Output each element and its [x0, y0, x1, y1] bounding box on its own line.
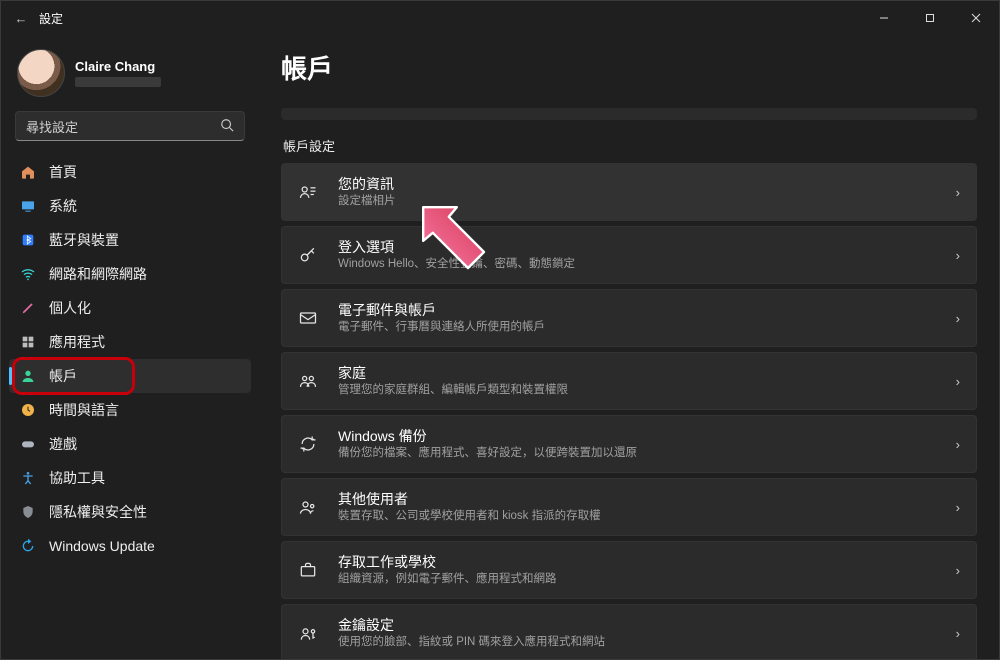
chevron-right-icon: ›	[956, 563, 960, 578]
search-icon	[220, 118, 234, 135]
wifi-icon	[19, 266, 37, 282]
card-backup[interactable]: Windows 備份備份您的檔案、應用程式、喜好設定，以便跨裝置加以還原 ›	[281, 415, 977, 473]
users-icon	[292, 497, 324, 517]
search-placeholder: 尋找設定	[26, 117, 220, 136]
profile-name: Claire Chang	[75, 59, 161, 74]
sidebar-item-label: 網路和網際網路	[49, 264, 147, 284]
sidebar-item-bt[interactable]: 藍牙與裝置	[9, 223, 251, 257]
sidebar-nav: 首頁系統藍牙與裝置網路和網際網路個人化應用程式帳戶時間與語言遊戲協助工具隱私權與…	[9, 155, 251, 563]
id-icon	[292, 182, 324, 202]
card-subtitle: 設定檔相片	[338, 194, 942, 209]
section-label: 帳戶設定	[283, 136, 977, 155]
sidebar-item-network[interactable]: 網路和網際網路	[9, 257, 251, 291]
back-button[interactable]: ←	[9, 11, 33, 26]
chevron-right-icon: ›	[956, 248, 960, 263]
clock-icon	[19, 402, 37, 418]
maximize-button[interactable]	[907, 1, 953, 35]
sidebar-item-personal[interactable]: 個人化	[9, 291, 251, 325]
card-signin[interactable]: 登入選項Windows Hello、安全性金鑰、密碼、動態鎖定 ›	[281, 226, 977, 284]
profile-block[interactable]: Claire Chang	[9, 47, 251, 111]
sidebar-item-label: Windows Update	[49, 538, 155, 554]
card-your-info[interactable]: 您的資訊設定檔相片 ›	[281, 163, 977, 221]
card-subtitle: 管理您的家庭群組、編輯帳戶類型和裝置權限	[338, 383, 942, 398]
family-icon	[292, 371, 324, 391]
card-title: Windows 備份	[338, 427, 942, 445]
sidebar-item-apps[interactable]: 應用程式	[9, 325, 251, 359]
card-subtitle: 使用您的臉部、指紋或 PIN 碼來登入應用程式和網站	[338, 635, 942, 650]
sidebar-item-label: 藍牙與裝置	[49, 230, 119, 250]
sidebar-item-gaming[interactable]: 遊戲	[9, 427, 251, 461]
minimize-button[interactable]	[861, 1, 907, 35]
sidebar-item-home[interactable]: 首頁	[9, 155, 251, 189]
sidebar-item-accounts[interactable]: 帳戶	[9, 359, 251, 393]
card-subtitle: 組織資源，例如電子郵件、應用程式和網路	[338, 572, 942, 587]
card-family[interactable]: 家庭管理您的家庭群組、編輯帳戶類型和裝置權限 ›	[281, 352, 977, 410]
profile-email-redacted	[75, 77, 161, 87]
chevron-right-icon: ›	[956, 437, 960, 452]
update-icon	[19, 538, 37, 554]
passkey-icon	[292, 623, 324, 643]
access-icon	[19, 470, 37, 486]
apps-icon	[19, 334, 37, 350]
home-icon	[19, 164, 37, 180]
sidebar-item-privacy[interactable]: 隱私權與安全性	[9, 495, 251, 529]
sidebar-item-system[interactable]: 系統	[9, 189, 251, 223]
card-subtitle: 備份您的檔案、應用程式、喜好設定，以便跨裝置加以還原	[338, 446, 942, 461]
card-other-users[interactable]: 其他使用者裝置存取、公司或學校使用者和 kiosk 指派的存取權 ›	[281, 478, 977, 536]
card-title: 金鑰設定	[338, 616, 942, 634]
sidebar-item-label: 協助工具	[49, 468, 105, 488]
sidebar-item-label: 時間與語言	[49, 400, 119, 420]
chevron-right-icon: ›	[956, 374, 960, 389]
system-icon	[19, 198, 37, 214]
chevron-right-icon: ›	[956, 311, 960, 326]
bt-icon	[19, 232, 37, 248]
brief-icon	[292, 560, 324, 580]
shield-icon	[19, 504, 37, 520]
account-banner	[281, 108, 977, 120]
chevron-right-icon: ›	[956, 626, 960, 641]
sidebar-item-access[interactable]: 協助工具	[9, 461, 251, 495]
card-email[interactable]: 電子郵件與帳戶電子郵件、行事曆與連絡人所使用的帳戶 ›	[281, 289, 977, 347]
card-title: 存取工作或學校	[338, 553, 942, 571]
chevron-right-icon: ›	[956, 500, 960, 515]
card-subtitle: 電子郵件、行事曆與連絡人所使用的帳戶	[338, 320, 942, 335]
search-input[interactable]: 尋找設定	[15, 111, 245, 141]
card-title: 您的資訊	[338, 175, 942, 193]
sidebar-item-label: 帳戶	[49, 366, 77, 386]
card-work-school[interactable]: 存取工作或學校組織資源，例如電子郵件、應用程式和網路 ›	[281, 541, 977, 599]
avatar	[17, 49, 65, 97]
sidebar-item-time[interactable]: 時間與語言	[9, 393, 251, 427]
sidebar-item-label: 個人化	[49, 298, 91, 318]
card-passkeys[interactable]: 金鑰設定使用您的臉部、指紋或 PIN 碼來登入應用程式和網站 ›	[281, 604, 977, 659]
mail-icon	[292, 308, 324, 328]
window-title: 設定	[39, 10, 63, 27]
page-title: 帳戶	[281, 49, 977, 86]
close-button[interactable]	[953, 1, 999, 35]
brush-icon	[19, 300, 37, 316]
sidebar-item-label: 遊戲	[49, 434, 77, 454]
settings-list: 您的資訊設定檔相片›登入選項Windows Hello、安全性金鑰、密碼、動態鎖…	[281, 163, 977, 659]
card-subtitle: 裝置存取、公司或學校使用者和 kiosk 指派的存取權	[338, 509, 942, 524]
card-subtitle: Windows Hello、安全性金鑰、密碼、動態鎖定	[338, 257, 942, 272]
game-icon	[19, 436, 37, 452]
sidebar-item-label: 首頁	[49, 162, 77, 182]
key-icon	[292, 245, 324, 265]
person-icon	[19, 368, 37, 384]
card-title: 其他使用者	[338, 490, 942, 508]
sidebar-item-label: 隱私權與安全性	[49, 502, 147, 522]
card-title: 電子郵件與帳戶	[338, 301, 942, 319]
chevron-right-icon: ›	[956, 185, 960, 200]
sidebar-item-label: 系統	[49, 196, 77, 216]
sidebar-item-update[interactable]: Windows Update	[9, 529, 251, 563]
sync-icon	[292, 434, 324, 454]
sidebar-item-label: 應用程式	[49, 332, 105, 352]
card-title: 家庭	[338, 364, 942, 382]
card-title: 登入選項	[338, 238, 942, 256]
